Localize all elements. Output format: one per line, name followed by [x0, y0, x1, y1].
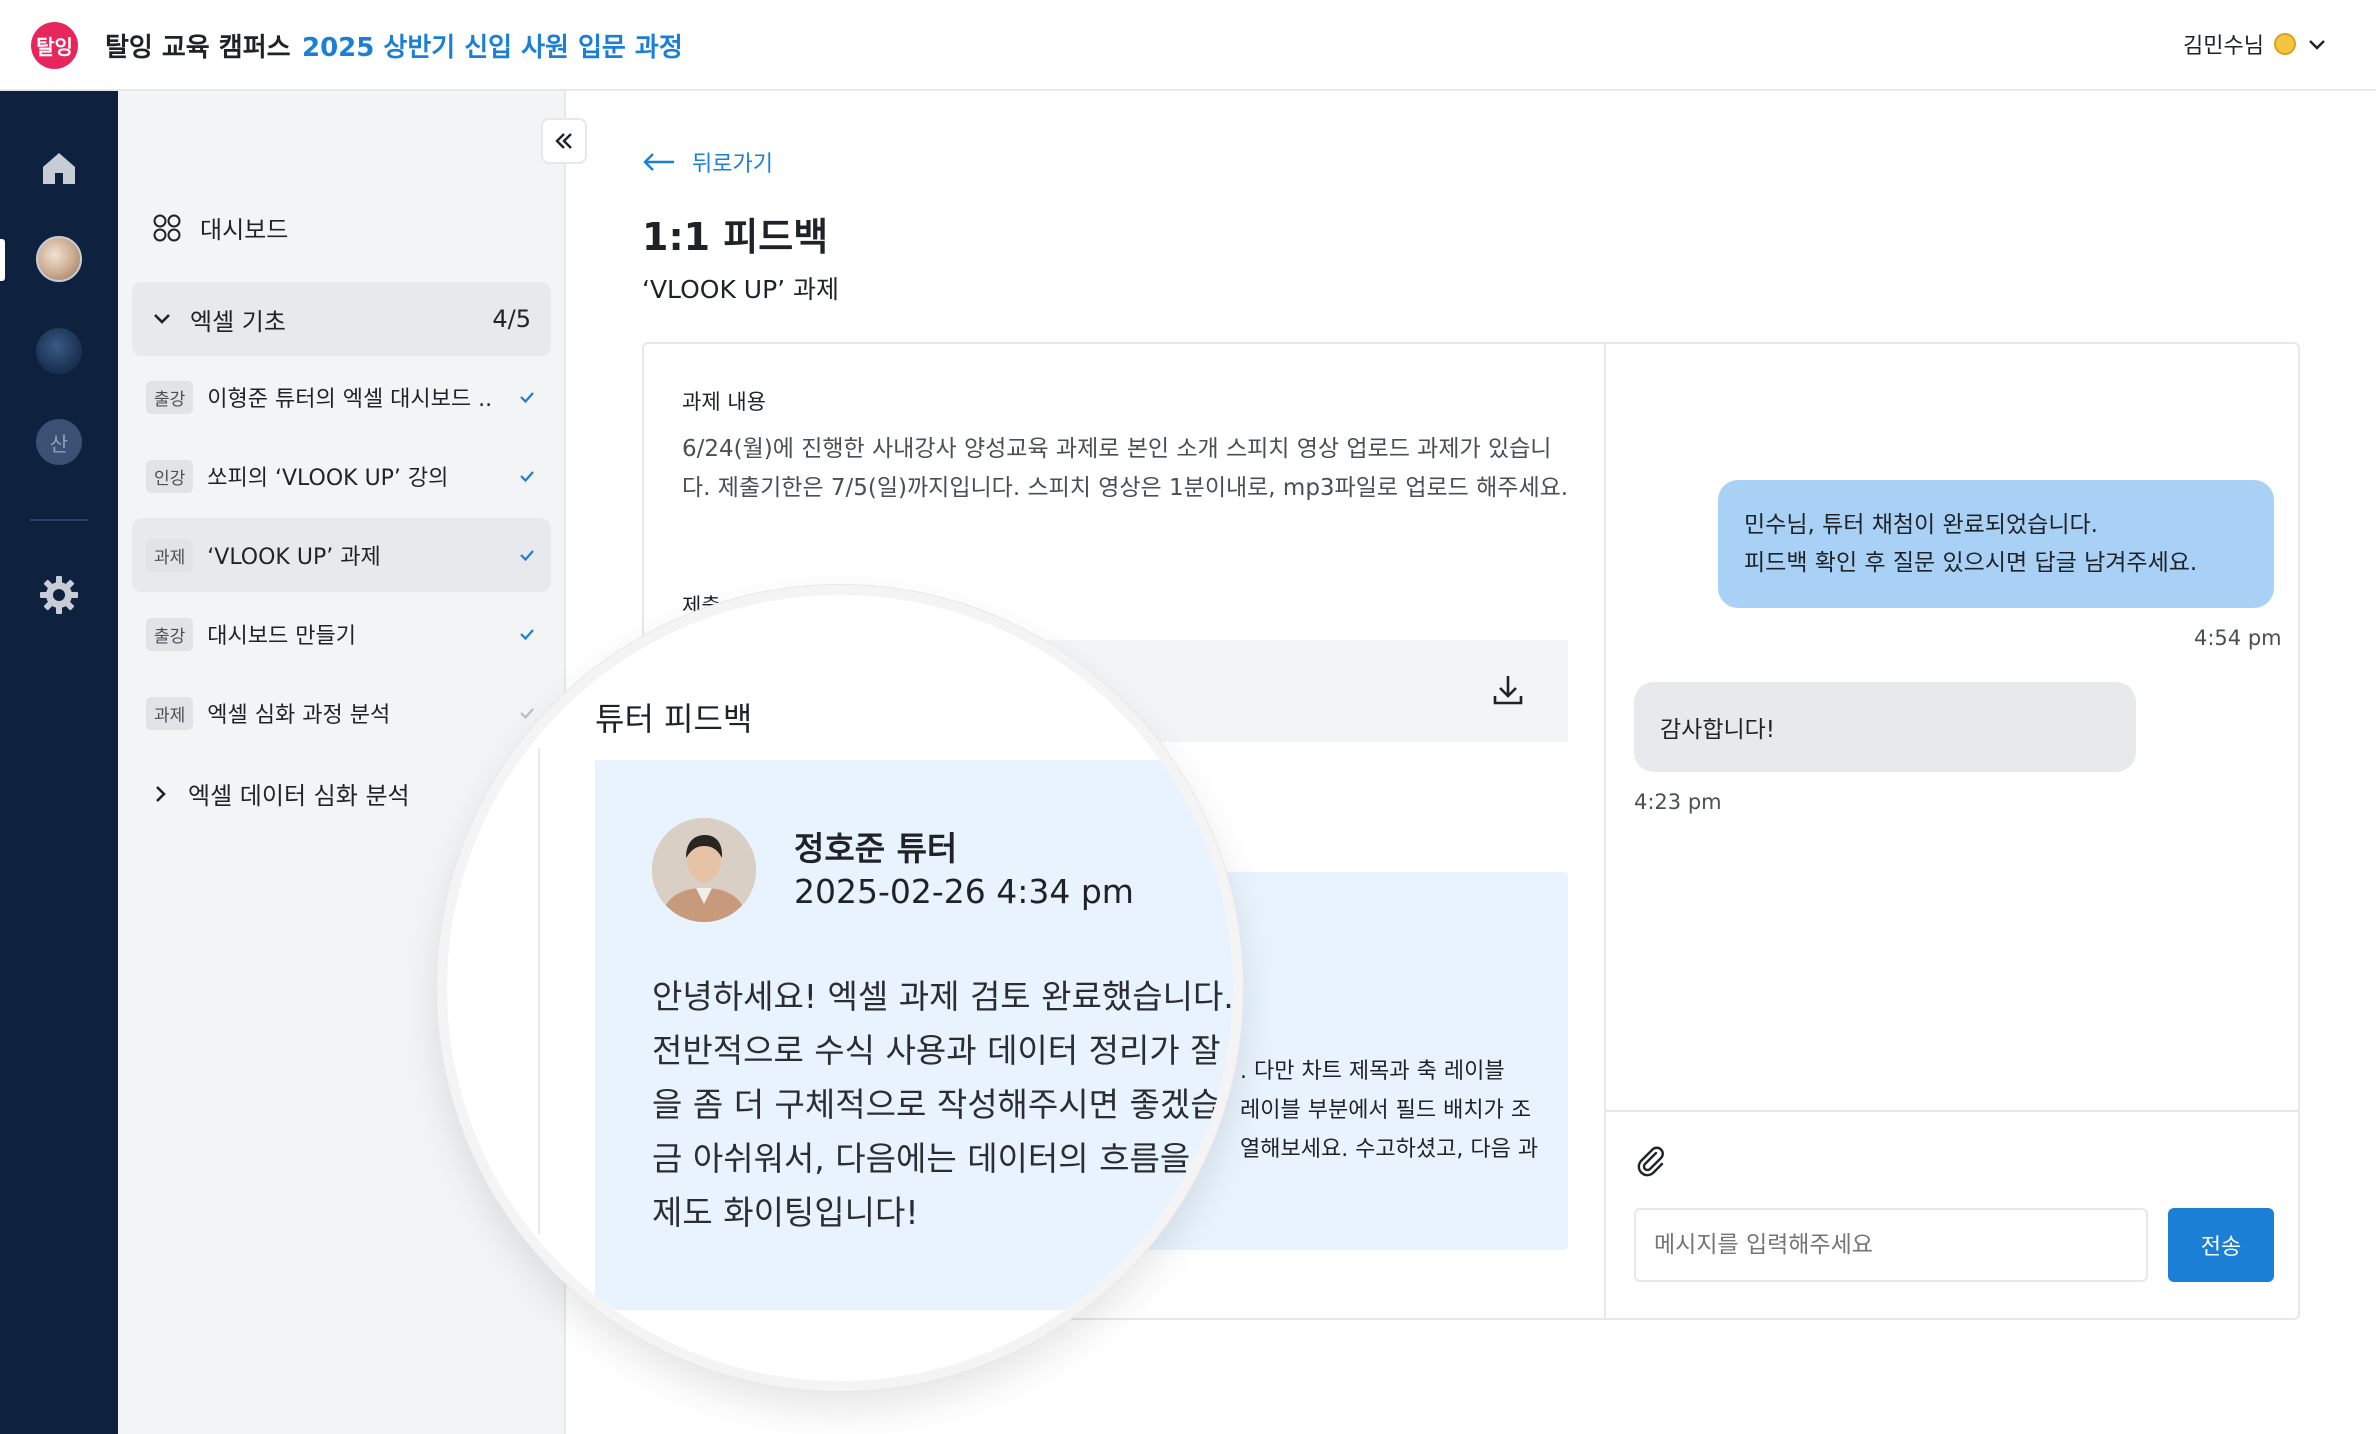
- page-title: 1:1 피드백: [642, 215, 829, 259]
- section-title: 엑셀 기초: [190, 307, 286, 336]
- section-progress: 4/5: [492, 305, 531, 333]
- chat-message-tutor: 민수님, 튜터 채첨이 완료되었습니다. 피드백 확인 후 질문 있으시면 답글…: [1718, 480, 2274, 608]
- sidebar-dashboard-link[interactable]: 대시보드: [152, 210, 288, 245]
- chevron-right-icon: [156, 785, 166, 802]
- sidebar-item-lesson-2[interactable]: 인강 쏘피의 ‘VLOOK UP’ 강의: [132, 439, 551, 513]
- back-label: 뒤로가기: [692, 152, 773, 177]
- top-bar: 탈잉 탈잉 교육 캠퍼스 2025 상반기 신입 사원 입문 과정 김민수님: [0, 0, 2376, 91]
- item-title: 이형준 튜터의 엑셀 대시보드 ..: [207, 387, 493, 412]
- globe-avatar[interactable]: [36, 328, 82, 374]
- back-link[interactable]: 뒤로가기: [642, 146, 773, 178]
- item-type-badge: 출강: [146, 380, 194, 414]
- chat-divider: [1606, 1110, 2298, 1112]
- rail-active-indicator: [0, 239, 5, 281]
- card-divider: [1604, 344, 1606, 1318]
- item-type-badge: 과제: [146, 696, 194, 730]
- letter-avatar[interactable]: 산: [36, 419, 82, 465]
- tutor-feedback-text: 안녕하세요! 엑셀 과제 검토 완료했습니다. 전반적으로 수식 사용과 데이터…: [652, 977, 1234, 1232]
- section-excel-advanced[interactable]: 엑셀 데이터 심화 분석: [150, 776, 410, 811]
- user-name: 김민수님: [2183, 34, 2264, 59]
- check-icon: [520, 550, 534, 562]
- smile-emoji-icon: [2274, 33, 2296, 55]
- double-chevron-left-icon: [555, 133, 572, 149]
- sidebar-item-lesson-3[interactable]: 과제 ‘VLOOK UP’ 과제: [132, 518, 551, 592]
- download-icon[interactable]: [1490, 672, 1526, 708]
- collapse-sidebar-button[interactable]: [541, 118, 587, 164]
- item-title: 쏘피의 ‘VLOOK UP’ 강의: [207, 466, 449, 491]
- feedback-text-partial: . 다만 차트 제목과 축 레이블 레이블 부분에서 필드 배치가 조 열해보세…: [1240, 1059, 1539, 1162]
- check-icon: [520, 471, 534, 483]
- rail-divider: [30, 519, 88, 521]
- dashboard-label: 대시보드: [200, 216, 289, 244]
- message-input[interactable]: [1634, 1208, 2148, 1282]
- assignment-subtitle: ‘VLOOK UP’ 과제: [642, 275, 840, 304]
- tutor-avatar: [652, 818, 756, 922]
- profile-avatar[interactable]: [36, 236, 82, 282]
- chevron-down-icon: [154, 314, 170, 324]
- item-title: ‘VLOOK UP’ 과제: [207, 545, 381, 570]
- magnifier-callout: 튜터 피드백 정호준 튜터 2025-02-26 4:34 pm 안녕하세요! …: [437, 585, 1243, 1391]
- sidebar-item-lesson-1[interactable]: 출강 이형준 튜터의 엑셀 대시보드 ..: [132, 360, 551, 434]
- arrow-left-icon: [643, 153, 674, 171]
- chat-message-user: 감사합니다!: [1634, 682, 2136, 772]
- task-content-text: 6/24(월)에 진행한 사내강사 양성교육 과제로 본인 소개 스피치 영상 …: [682, 436, 1569, 501]
- brand-logo[interactable]: 탈잉: [31, 22, 78, 69]
- grid-icon: [153, 214, 181, 241]
- message-timestamp: 4:54 pm: [2194, 626, 2282, 650]
- item-type-badge: 출강: [146, 617, 194, 651]
- section-excel-basics[interactable]: 엑셀 기초 4/5: [132, 282, 551, 356]
- chevron-down-icon[interactable]: [2306, 33, 2328, 55]
- send-button[interactable]: 전송: [2168, 1208, 2274, 1282]
- course-title: 2025 상반기 신입 사원 입문 과정: [302, 33, 683, 63]
- item-type-badge: 인강: [146, 459, 194, 493]
- user-menu[interactable]: 김민수님: [2183, 28, 2328, 60]
- tutor-feedback-heading: 튜터 피드백: [595, 700, 753, 738]
- brand-name[interactable]: 탈잉 교육 캠퍼스: [105, 27, 291, 64]
- check-icon: [520, 392, 534, 404]
- magnifier-divider-line: [538, 748, 540, 1234]
- message-timestamp: 4:23 pm: [1634, 790, 1722, 814]
- item-type-badge: 과제: [146, 538, 194, 572]
- gear-icon[interactable]: [36, 572, 82, 618]
- tutor-name: 정호준 튜터: [794, 829, 958, 868]
- left-rail: 산: [0, 91, 118, 1434]
- feedback-date: 2025-02-26 4:34 pm: [794, 872, 1134, 911]
- section-title: 엑셀 데이터 심화 분석: [188, 782, 410, 810]
- task-content-label: 과제 내용: [682, 390, 766, 414]
- home-icon[interactable]: [36, 145, 82, 191]
- paperclip-icon[interactable]: [1634, 1144, 1668, 1178]
